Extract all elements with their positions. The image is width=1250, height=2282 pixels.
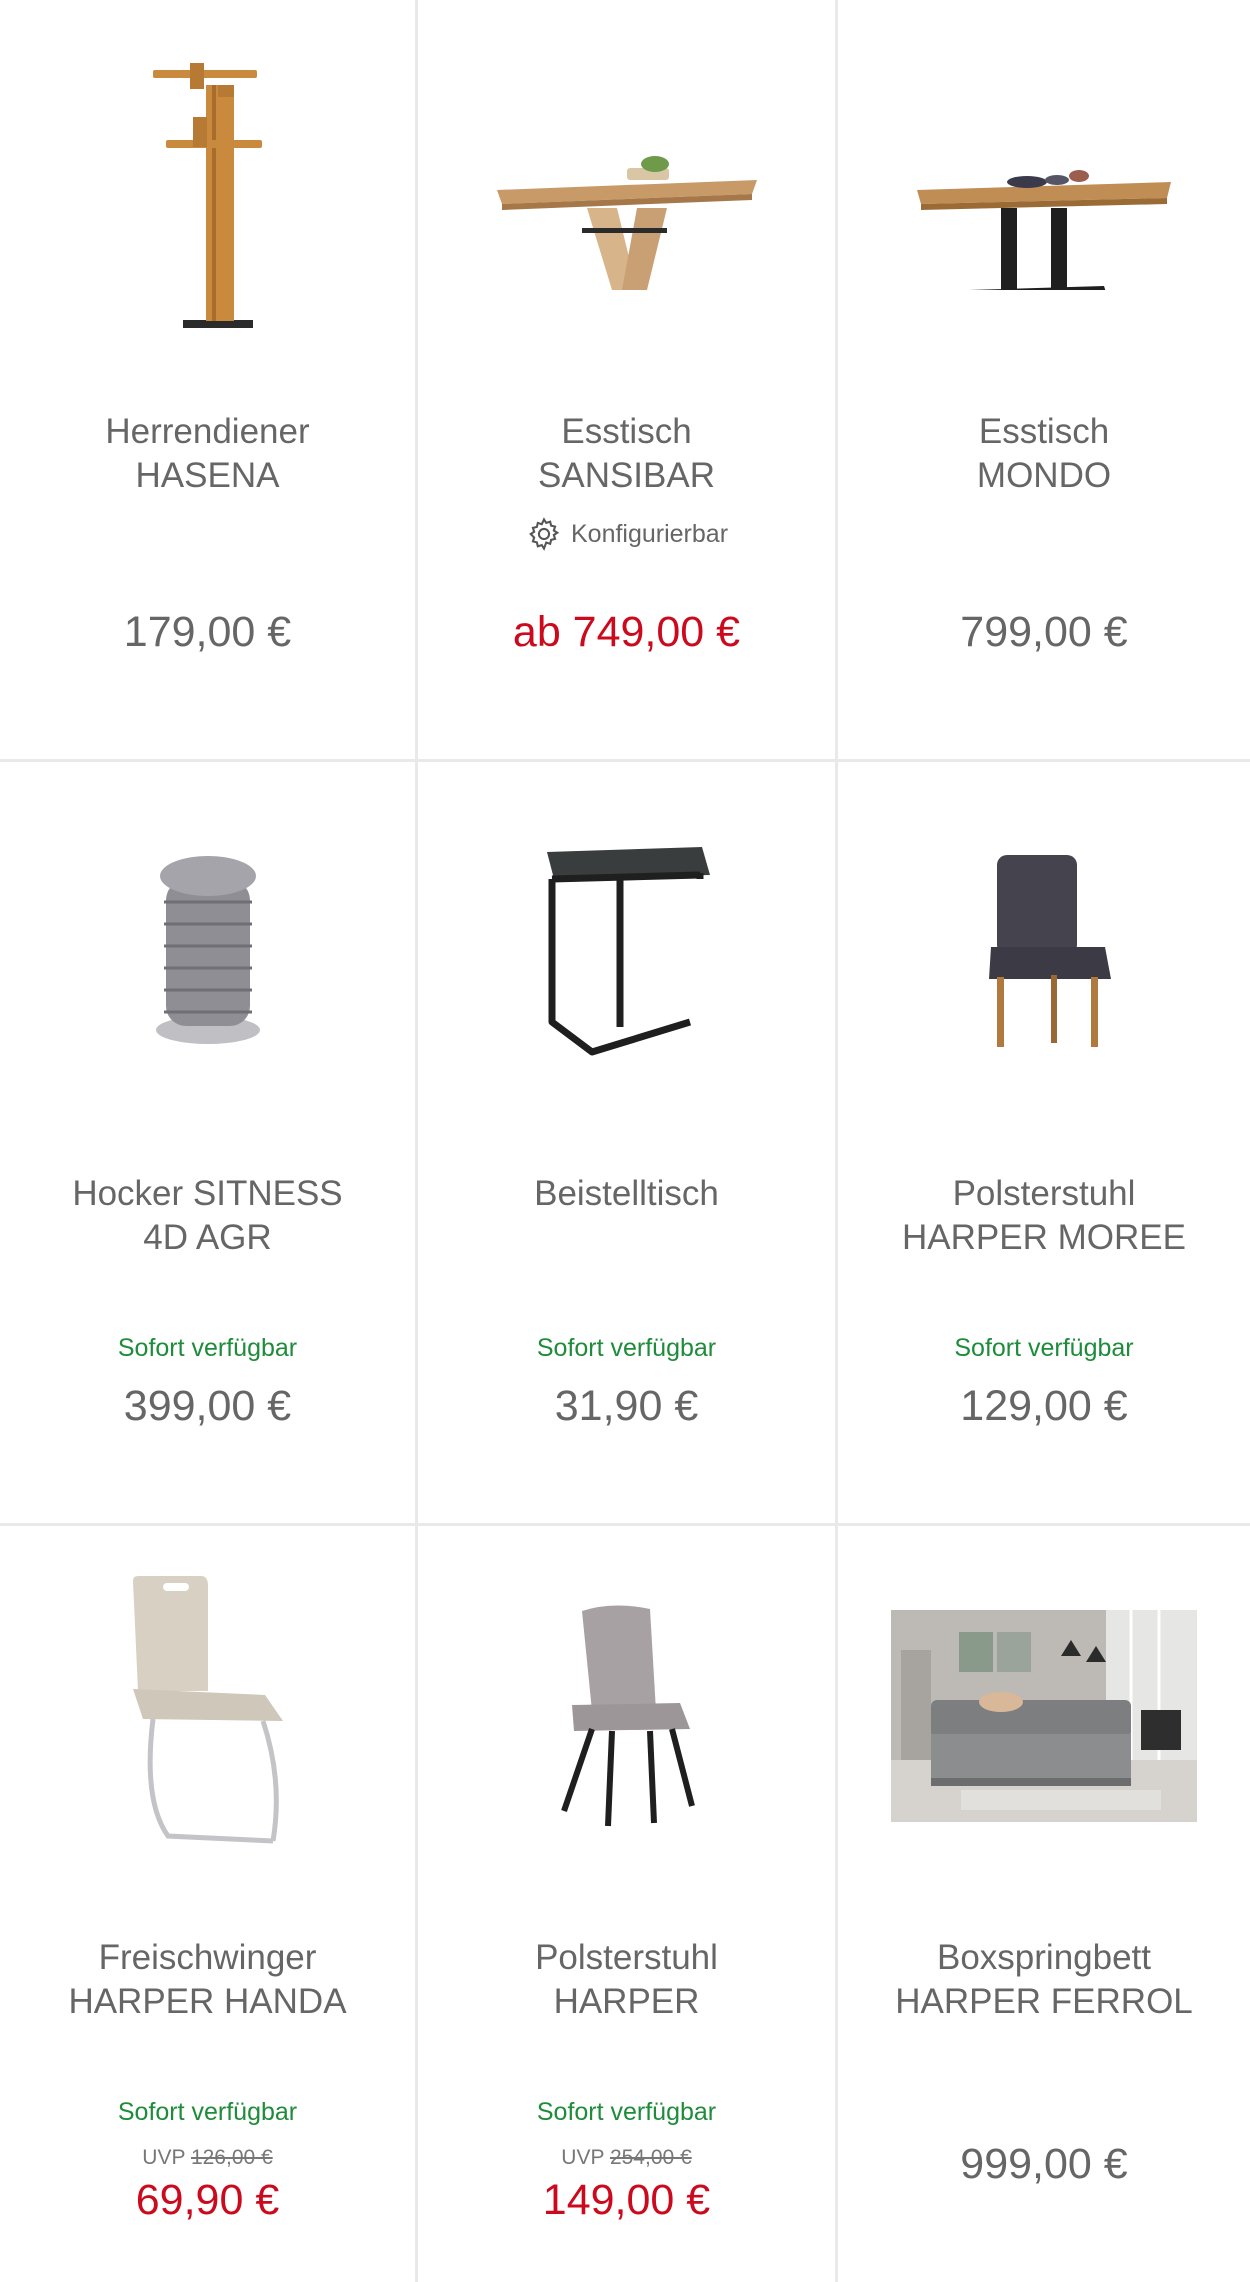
- uvp-price: UVP 254,00 €: [418, 2146, 835, 2170]
- uvp-label: UVP: [142, 2146, 186, 2169]
- product-card[interactable]: Esstisch SANSIBAR Konfigurierbar ab 749,…: [418, 0, 838, 762]
- product-title-line2[interactable]: SANSIBAR: [428, 454, 825, 498]
- product-image[interactable]: [418, 782, 835, 1122]
- product-image[interactable]: [838, 782, 1250, 1122]
- configurable-badge: Konfigurierbar: [418, 515, 835, 553]
- dining-table-v-base-image: [496, 156, 757, 290]
- product-image[interactable]: [418, 20, 835, 360]
- product-title[interactable]: Hocker SITNESS 4D AGR: [10, 1172, 405, 1260]
- product-card[interactable]: Freischwinger HARPER HANDA Sofort verfüg…: [0, 1526, 418, 2282]
- product-price: 799,00 €: [960, 608, 1128, 656]
- valet-stand-image: [152, 63, 262, 328]
- product-title[interactable]: Polsterstuhl HARPER MOREE: [848, 1172, 1240, 1260]
- product-price: 31,90 €: [554, 1382, 699, 1430]
- product-image[interactable]: [838, 20, 1250, 360]
- product-card[interactable]: Esstisch MONDO 799,00 €: [838, 0, 1250, 762]
- uvp-price: UVP 126,00 €: [0, 2146, 415, 2170]
- product-price: 399,00 €: [123, 1382, 292, 1430]
- product-card[interactable]: Herrendiener HASENA 179,00 €: [0, 0, 418, 762]
- product-card[interactable]: Polsterstuhl HARPER MOREE Sofort verfügb…: [838, 762, 1250, 1526]
- product-title-line2[interactable]: HARPER: [428, 1980, 825, 2024]
- product-image[interactable]: [838, 1546, 1250, 1886]
- stock-status: Sofort verfügbar: [536, 1334, 717, 1362]
- boxspring-bed-photo: [891, 1610, 1197, 1822]
- uvp-old-price: 254,00 €: [609, 2146, 692, 2169]
- product-title[interactable]: Esstisch MONDO: [848, 410, 1240, 498]
- cantilever-chair-image: [132, 1576, 283, 1844]
- stock-status: Sofort verfügbar: [117, 2098, 298, 2126]
- product-card[interactable]: Polsterstuhl HARPER Sofort verfügbar UVP…: [418, 1526, 838, 2282]
- product-image[interactable]: [0, 20, 415, 360]
- upholstered-chair-image: [989, 855, 1111, 1047]
- upholstered-chair-grey-image: [560, 1605, 695, 1827]
- product-image[interactable]: [0, 782, 415, 1122]
- stock-status: Sofort verfügbar: [117, 1334, 298, 1362]
- product-title-line1[interactable]: Herrendiener: [10, 410, 405, 454]
- stock-status: Sofort verfügbar: [536, 2098, 717, 2126]
- product-title-line1[interactable]: Esstisch: [848, 410, 1240, 454]
- product-image[interactable]: [418, 1546, 835, 1886]
- product-title[interactable]: Boxspringbett HARPER FERROL: [848, 1936, 1240, 2024]
- dining-table-black-base-image: [917, 170, 1171, 290]
- product-price: 999,00 €: [960, 2140, 1128, 2188]
- uvp-old-price: 126,00 €: [190, 2146, 273, 2169]
- product-title-line2[interactable]: HARPER MOREE: [848, 1216, 1240, 1260]
- product-title[interactable]: Esstisch SANSIBAR: [428, 410, 825, 498]
- product-title-line2[interactable]: HARPER FERROL: [848, 1980, 1240, 2024]
- product-card[interactable]: Boxspringbett HARPER FERROL 999,00 €: [838, 1526, 1250, 2282]
- product-title[interactable]: Polsterstuhl HARPER: [428, 1936, 825, 2024]
- product-title-line1[interactable]: Freischwinger: [10, 1936, 405, 1980]
- product-card[interactable]: Hocker SITNESS 4D AGR Sofort verfügbar 3…: [0, 762, 418, 1526]
- product-price: 149,00 €: [542, 2176, 711, 2224]
- product-title[interactable]: Beistelltisch: [428, 1172, 825, 1216]
- stock-status: Sofort verfügbar: [954, 1334, 1134, 1362]
- product-title-line1[interactable]: Polsterstuhl: [428, 1936, 825, 1980]
- configurable-label: Konfigurierbar: [570, 519, 729, 548]
- stool-image: [155, 856, 260, 1044]
- product-image[interactable]: [0, 1546, 415, 1886]
- product-title-line1[interactable]: Esstisch: [428, 410, 825, 454]
- product-card[interactable]: Beistelltisch Sofort verfügbar 31,90 €: [418, 762, 838, 1526]
- uvp-label: UVP: [561, 2146, 605, 2169]
- product-price: 179,00 €: [123, 608, 292, 656]
- product-title-line2[interactable]: 4D AGR: [10, 1216, 405, 1260]
- product-title-line2[interactable]: HASENA: [10, 454, 405, 498]
- product-price: 129,00 €: [960, 1382, 1128, 1430]
- product-price: 69,90 €: [135, 2176, 280, 2224]
- product-title[interactable]: Freischwinger HARPER HANDA: [10, 1936, 405, 2024]
- product-title-line2[interactable]: MONDO: [848, 454, 1240, 498]
- product-title-line1[interactable]: Boxspringbett: [848, 1936, 1240, 1980]
- product-title-line2[interactable]: HARPER HANDA: [10, 1980, 405, 2024]
- product-grid: Herrendiener HASENA 179,00 € Esstisch SA…: [0, 0, 1250, 2282]
- gear-icon: [529, 517, 560, 551]
- product-title-line1[interactable]: Beistelltisch: [428, 1172, 825, 1216]
- side-table-image: [546, 847, 710, 1056]
- product-title-line1[interactable]: Hocker SITNESS: [10, 1172, 405, 1216]
- product-title[interactable]: Herrendiener HASENA: [10, 410, 405, 498]
- product-price: ab 749,00 €: [512, 608, 741, 656]
- product-title-line1[interactable]: Polsterstuhl: [848, 1172, 1240, 1216]
